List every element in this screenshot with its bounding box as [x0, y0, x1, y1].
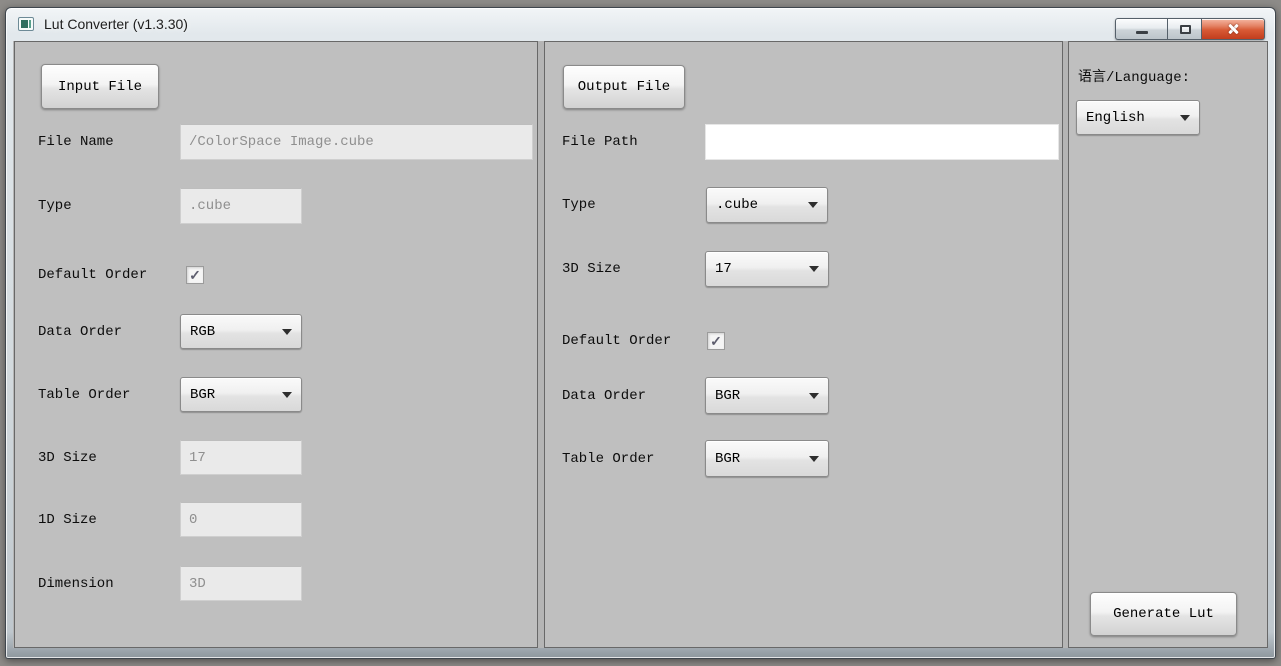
output-type-value: .cube [716, 197, 759, 213]
input-panel: Input File File Name Type Default Order … [14, 41, 538, 648]
app-icon-line [29, 20, 31, 28]
output-table-order-value: BGR [715, 450, 741, 467]
maximize-icon [1179, 25, 1191, 34]
checkmark-icon: ✓ [710, 333, 722, 349]
file-path-label: File Path [562, 134, 638, 150]
dropdown-arrow-icon [809, 392, 819, 399]
dropdown-arrow-icon [809, 455, 819, 462]
dropdown-arrow-icon [282, 328, 292, 335]
output-file-button[interactable]: Output File [563, 65, 685, 109]
dropdown-arrow-icon [1180, 114, 1190, 121]
output-default-order-label: Default Order [562, 333, 672, 349]
caption-buttons [1115, 18, 1265, 40]
input-1d-size-field [180, 502, 302, 537]
language-panel: 语言/Language: English Generate Lut [1068, 41, 1268, 648]
language-value: English [1086, 109, 1145, 126]
close-icon [1226, 22, 1240, 36]
dimension-field [180, 566, 302, 601]
input-default-order-checkbox[interactable]: ✓ [186, 266, 204, 284]
client-area: Input File File Name Type Default Order … [13, 41, 1268, 648]
dimension-label: Dimension [38, 576, 114, 592]
input-table-order-select[interactable]: BGR [180, 377, 302, 412]
app-icon [18, 17, 34, 31]
minimize-button[interactable] [1115, 18, 1167, 40]
output-data-order-label: Data Order [562, 388, 647, 404]
output-3d-size-value: 17 [715, 261, 732, 277]
dropdown-arrow-icon [282, 391, 292, 398]
checkmark-icon: ✓ [189, 267, 201, 283]
input-3d-size-field [180, 440, 302, 475]
dropdown-arrow-icon [809, 266, 819, 272]
close-button[interactable] [1201, 18, 1265, 40]
output-type-label: Type [562, 197, 596, 213]
file-path-input[interactable] [705, 124, 1059, 160]
desktop-background: Lut Converter (v1.3.30) Input File File … [0, 0, 1281, 666]
output-3d-size-label: 3D Size [562, 261, 621, 277]
output-3d-size-select[interactable]: 17 [705, 251, 829, 287]
maximize-button[interactable] [1167, 18, 1201, 40]
output-data-order-value: BGR [715, 387, 741, 404]
output-panel: Output File File Path Type .cube 3D Size… [544, 41, 1063, 648]
input-file-button[interactable]: Input File [41, 64, 159, 109]
file-name-label: File Name [38, 134, 114, 150]
input-type-label: Type [38, 198, 72, 214]
minimize-icon [1135, 31, 1148, 34]
dropdown-arrow-icon [808, 202, 818, 208]
input-data-order-select[interactable]: RGB [180, 314, 302, 349]
input-1d-size-label: 1D Size [38, 512, 97, 528]
titlebar[interactable]: Lut Converter (v1.3.30) [6, 8, 1275, 41]
input-table-order-label: Table Order [38, 387, 131, 403]
app-icon-inner [21, 20, 28, 28]
input-type-field [180, 188, 302, 224]
output-table-order-select[interactable]: BGR [705, 440, 829, 477]
output-table-order-label: Table Order [562, 451, 655, 467]
output-data-order-select[interactable]: BGR [705, 377, 829, 414]
generate-lut-button[interactable]: Generate Lut [1090, 592, 1237, 636]
window-title: Lut Converter (v1.3.30) [44, 16, 188, 32]
output-type-select[interactable]: .cube [706, 187, 828, 223]
input-data-order-label: Data Order [38, 324, 123, 340]
input-3d-size-label: 3D Size [38, 450, 97, 466]
file-name-field [180, 124, 533, 160]
app-window: Lut Converter (v1.3.30) Input File File … [5, 7, 1276, 659]
output-default-order-checkbox[interactable]: ✓ [707, 332, 725, 350]
language-select[interactable]: English [1076, 100, 1200, 135]
input-default-order-label: Default Order [38, 267, 148, 283]
input-data-order-value: RGB [190, 323, 216, 340]
language-label: 语言/Language: [1078, 70, 1191, 86]
input-table-order-value: BGR [190, 386, 216, 403]
